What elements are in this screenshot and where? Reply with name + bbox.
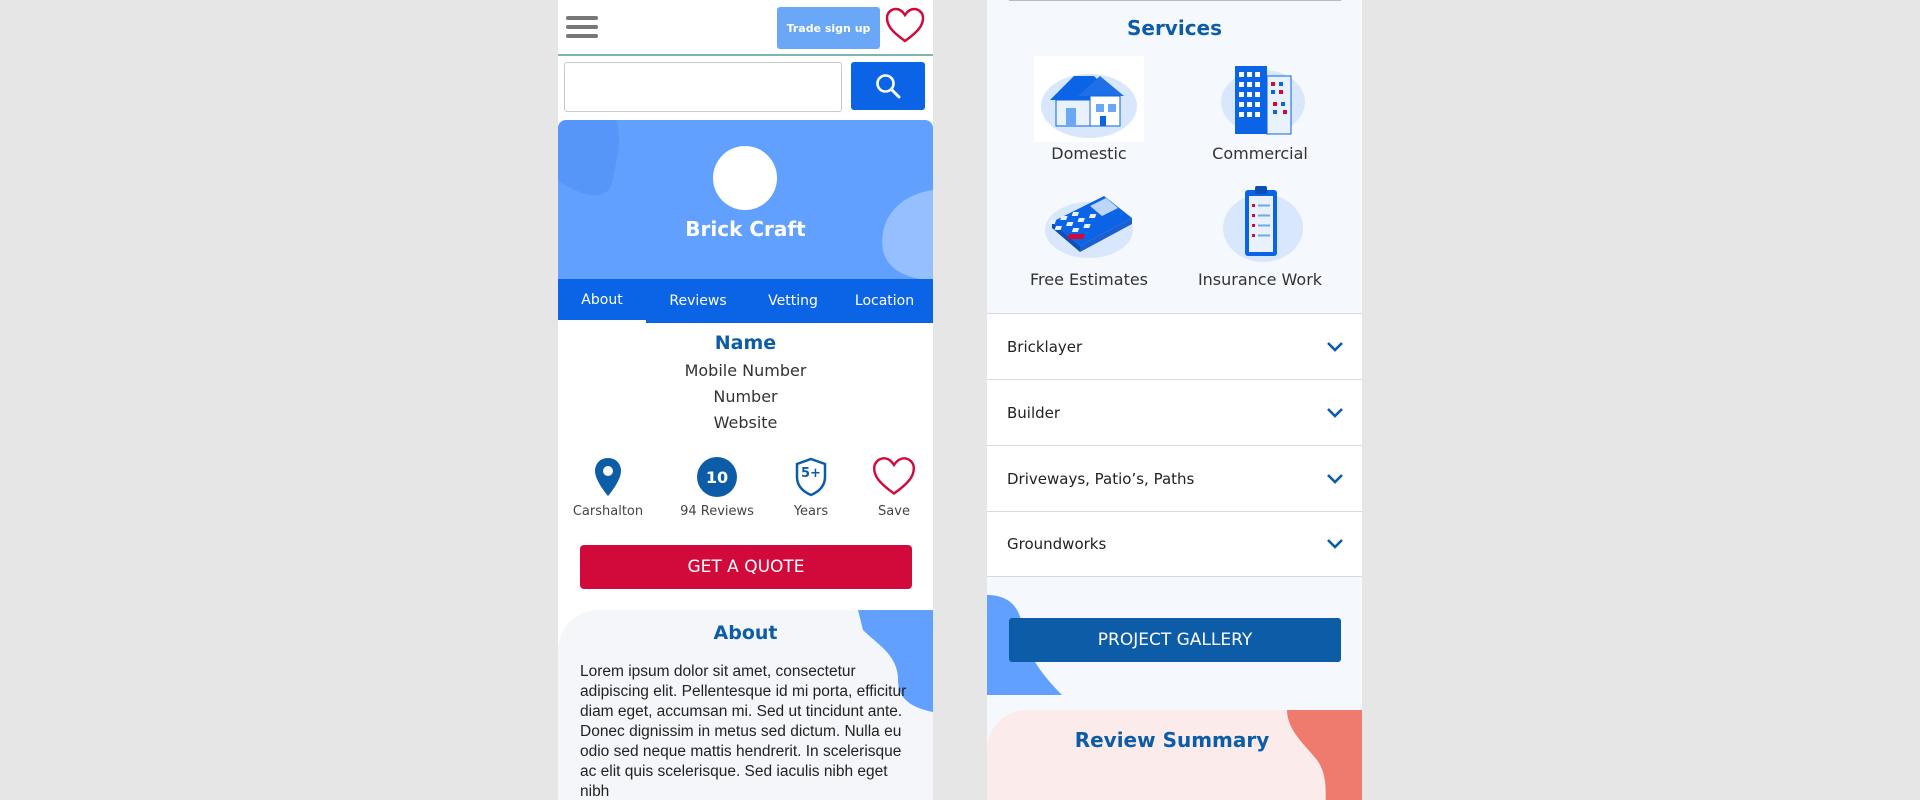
reviews-label: 94 Reviews xyxy=(680,504,754,519)
stats-row: Carshalton 10 94 Reviews 5+ Years Save xyxy=(558,455,933,525)
clipboard-icon xyxy=(1223,186,1303,262)
chevron-down-icon xyxy=(1327,539,1343,549)
top-header: Trade sign up xyxy=(558,0,933,56)
favourites-heart-icon[interactable] xyxy=(885,7,925,45)
service-label: Domestic xyxy=(1051,144,1127,163)
contact-mobile: Mobile Number xyxy=(684,361,807,380)
accordion-item-driveways[interactable]: Driveways, Patio’s, Paths xyxy=(987,445,1362,511)
tab-about[interactable]: About xyxy=(558,279,646,323)
service-label: Commercial xyxy=(1212,144,1308,163)
service-domestic[interactable]: Domestic xyxy=(1009,54,1169,163)
tab-vetting[interactable]: Vetting xyxy=(750,279,836,323)
services-title: Services xyxy=(1126,16,1223,40)
office-building-icon xyxy=(1221,66,1305,135)
contact-number: Number xyxy=(713,387,778,406)
gallery-section: PROJECT GALLERY xyxy=(987,580,1362,695)
years-label: Years xyxy=(793,504,829,519)
review-decoration xyxy=(1287,710,1362,800)
service-label: Insurance Work xyxy=(1197,270,1323,289)
contact-details: Name Mobile Number Number Website xyxy=(558,332,933,436)
project-gallery-button[interactable]: PROJECT GALLERY xyxy=(1009,618,1341,662)
search-button[interactable] xyxy=(851,62,925,110)
search-input[interactable] xyxy=(564,62,842,112)
trade-signup-button[interactable]: Trade sign up xyxy=(777,7,880,49)
review-summary-section: Review Summary xyxy=(987,710,1362,800)
company-name: Brick Craft xyxy=(685,217,806,241)
about-section: About Lorem ipsum dolor sit amet, consec… xyxy=(558,610,933,800)
profile-tabs: About Reviews Vetting Location xyxy=(558,279,933,323)
contact-name: Name xyxy=(714,332,777,354)
profile-banner: Brick Craft xyxy=(558,120,933,280)
services-screen: Services Domestic Commercial Free Estima… xyxy=(987,0,1362,800)
accordion-item-bricklayer[interactable]: Bricklayer xyxy=(987,313,1362,379)
review-summary-title: Review Summary xyxy=(1074,728,1270,752)
about-title: About xyxy=(713,622,778,644)
accordion-item-builder[interactable]: Builder xyxy=(987,379,1362,445)
location-label: Carshalton xyxy=(572,504,644,519)
tab-reviews[interactable]: Reviews xyxy=(646,279,750,323)
accordion-label: Groundworks xyxy=(1007,535,1107,553)
service-label: Free Estimates xyxy=(1029,270,1149,289)
stat-reviews[interactable]: 10 94 Reviews xyxy=(677,455,757,519)
divider xyxy=(1009,0,1341,1)
service-insurance-work[interactable]: Insurance Work xyxy=(1180,180,1340,289)
avatar xyxy=(713,146,777,210)
accordion-label: Driveways, Patio’s, Paths xyxy=(1007,469,1195,488)
profile-screen: Trade sign up Brick Craft About Reviews … xyxy=(558,0,933,800)
chevron-down-icon xyxy=(1327,407,1343,418)
stat-location: Carshalton xyxy=(568,455,648,519)
get-quote-button[interactable]: GET A QUOTE xyxy=(580,545,912,589)
calculator-icon xyxy=(1045,196,1133,258)
stat-years: 5+ Years xyxy=(771,455,851,519)
save-label: Save xyxy=(878,504,910,519)
chevron-down-icon xyxy=(1327,341,1343,352)
accordion-label: Bricklayer xyxy=(1007,337,1083,356)
about-text: Lorem ipsum dolor sit amet, consectetur … xyxy=(580,663,907,800)
save-heart-icon xyxy=(872,457,916,495)
search-icon xyxy=(876,74,901,99)
house-icon xyxy=(1034,56,1144,142)
chevron-down-icon xyxy=(1327,473,1343,484)
service-commercial[interactable]: Commercial xyxy=(1180,54,1340,163)
years-badge: 5+ xyxy=(801,466,821,481)
accordion-item-groundworks[interactable]: Groundworks xyxy=(987,511,1362,577)
reviews-badge: 10 xyxy=(697,457,737,497)
tab-location[interactable]: Location xyxy=(836,279,933,323)
contact-website[interactable]: Website xyxy=(558,410,933,436)
menu-icon[interactable] xyxy=(566,16,598,40)
accordion-label: Builder xyxy=(1007,403,1061,422)
trade-categories-accordion: Bricklayer Builder Driveways, Patio’s, P… xyxy=(987,313,1362,577)
location-pin-icon xyxy=(595,458,621,496)
stat-save[interactable]: Save xyxy=(854,455,933,519)
service-free-estimates[interactable]: Free Estimates xyxy=(1009,180,1169,289)
